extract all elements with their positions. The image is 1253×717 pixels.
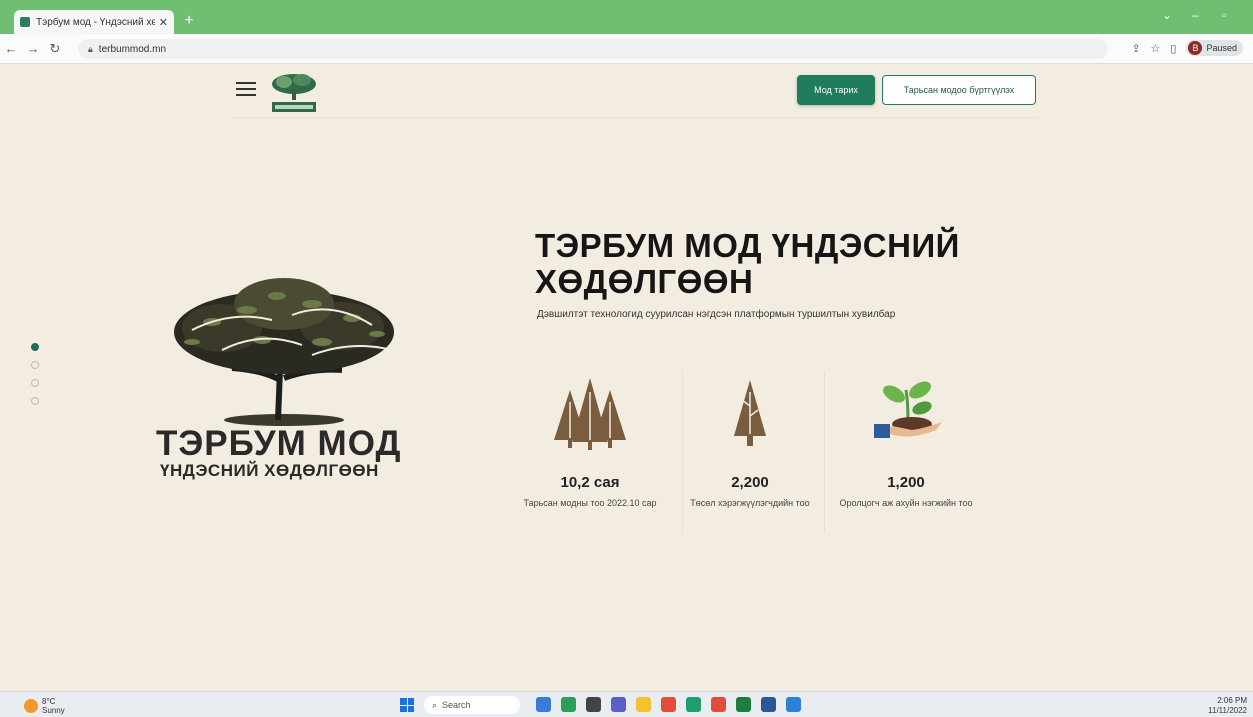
plant-tree-button[interactable]: Мод тарих <box>797 75 875 105</box>
new-tab-button[interactable]: + <box>180 12 198 30</box>
seedling-hand-icon <box>874 381 942 438</box>
carousel-pagination <box>31 343 39 405</box>
os-taskbar: 8°C Sunny ⌕ Search 2:06 PM 11/11/2022 <box>0 691 1253 717</box>
profile-button[interactable]: B Paused <box>1186 40 1243 56</box>
url-field[interactable]: 🔒︎ terbummod.mn <box>78 39 1108 59</box>
back-arrow-icon[interactable]: ← <box>0 41 22 56</box>
carousel-dot[interactable] <box>31 379 39 387</box>
weather-temp: 8°C <box>42 697 56 706</box>
carousel-dot[interactable] <box>31 343 39 351</box>
app-icon[interactable] <box>586 697 601 712</box>
stat-value: 1,200 <box>887 474 925 491</box>
system-clock[interactable]: 2:06 PM 11/11/2022 <box>1208 696 1247 716</box>
brand-subtitle: ҮНДЭСНИЙ ХӨДӨЛГӨӨН <box>160 461 379 480</box>
hamburger-menu-icon[interactable] <box>236 82 256 96</box>
search-icon: ⌕ <box>432 699 438 710</box>
tab-close-icon[interactable]: ✕ <box>159 16 168 29</box>
stat-label: Оролцогч аж ахуйн нэгжийн тоо <box>839 498 973 508</box>
app-icon[interactable] <box>536 697 551 712</box>
app-icon[interactable] <box>561 697 576 712</box>
profile-status: Paused <box>1206 43 1237 53</box>
side-panel-icon[interactable]: ▯ <box>1170 42 1176 55</box>
browser-address-bar: ← → ↻ 🔒︎ terbummod.mn ⇪ ☆ ▯ B Paused <box>0 34 1253 64</box>
stat-project-implementers: 2,200 Төсөл хэрэгжүүлэгчдийн тоо <box>680 372 820 509</box>
carousel-dot[interactable] <box>31 361 39 369</box>
app-icon[interactable] <box>686 697 701 712</box>
windows-start-icon[interactable] <box>400 698 414 712</box>
browser-tab[interactable]: Тэрбум мод - Үндэсний хөдөлгөөн ✕ <box>14 10 174 34</box>
reload-icon[interactable]: ↻ <box>44 41 66 57</box>
weather-desc: Sunny <box>42 706 65 715</box>
header-divider <box>232 117 1038 118</box>
url-text: terbummod.mn <box>98 43 167 55</box>
clock-date: 11/11/2022 <box>1208 706 1247 715</box>
stat-value: 10,2 сая <box>560 474 620 491</box>
brand-title: ТЭРБУМ МОД <box>156 424 402 463</box>
share-icon[interactable]: ⇪ <box>1131 42 1140 55</box>
forest-icon <box>554 378 626 450</box>
app-icon[interactable] <box>611 697 626 712</box>
taskbar-apps <box>536 697 801 712</box>
avatar: B <box>1188 41 1203 55</box>
stat-planted-trees: 10,2 сая Тарьсан модны тоо 2022.10 сар <box>520 372 660 509</box>
browser-tab-bar: Тэрбум мод - Үндэсний хөдөлгөөн ✕ + ⌄ – … <box>0 0 1253 34</box>
minimize-icon[interactable]: – <box>1192 8 1199 22</box>
browser-tools: ⇪ ☆ ▯ B Paused <box>1131 40 1243 56</box>
folder-icon[interactable] <box>636 697 651 712</box>
stat-participating-companies: 1,200 Оролцогч аж ахуйн нэгжийн тоо <box>836 372 976 509</box>
lock-icon: 🔒︎ <box>88 43 93 54</box>
hero-subtitle: Дэвшилтэт технологид суурилсан нэгдсэн п… <box>537 309 896 320</box>
stat-label: Төсөл хэрэгжүүлэгчдийн тоо <box>690 498 810 508</box>
tree-logo-icon <box>174 278 394 426</box>
tab-title: Тэрбум мод - Үндэсний хөдөлгөөн <box>36 16 155 28</box>
register-trees-button[interactable]: Тарьсан модоо бүртгүүлэх <box>882 75 1036 105</box>
site-logo-icon[interactable] <box>266 70 322 116</box>
site-favicon-icon <box>20 17 30 27</box>
search-label: Search <box>442 700 471 710</box>
clock-time: 2:06 PM <box>1217 696 1247 705</box>
word-icon[interactable] <box>761 697 776 712</box>
bookmark-star-icon[interactable]: ☆ <box>1151 42 1161 55</box>
app-icon[interactable] <box>786 697 801 712</box>
stat-divider <box>824 372 825 532</box>
weather-widget[interactable]: 8°C Sunny <box>24 697 65 715</box>
sun-icon <box>24 699 38 713</box>
hero-title: ТЭРБУМ МОД ҮНДЭСНИЙ ХӨДӨЛГӨӨН <box>535 227 960 300</box>
chevron-down-icon[interactable]: ⌄ <box>1162 8 1172 22</box>
chrome-icon[interactable] <box>711 697 726 712</box>
maximize-icon[interactable]: ▫ <box>1222 8 1226 22</box>
stat-label: Тарьсан модны тоо 2022.10 сар <box>523 498 657 508</box>
tree-icon <box>734 380 766 446</box>
taskbar-search[interactable]: ⌕ Search <box>424 696 520 714</box>
chrome-icon[interactable] <box>661 697 676 712</box>
carousel-dot[interactable] <box>31 397 39 405</box>
forward-arrow-icon[interactable]: → <box>22 41 44 56</box>
stat-value: 2,200 <box>731 474 769 491</box>
excel-icon[interactable] <box>736 697 751 712</box>
